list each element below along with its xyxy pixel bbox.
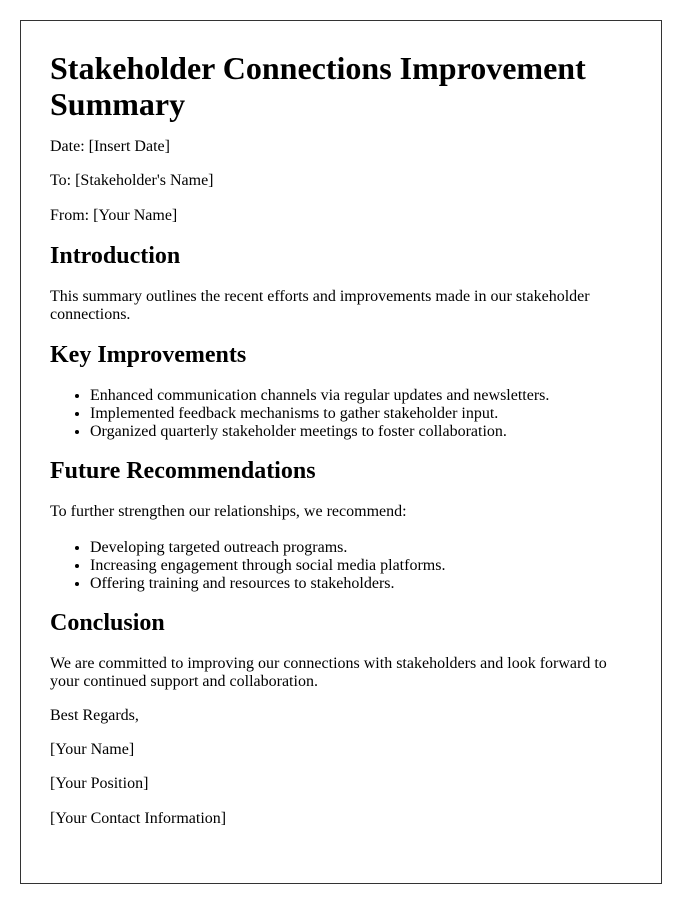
list-item: Offering training and resources to stake… — [90, 575, 632, 593]
signature-position: [Your Position] — [50, 775, 149, 793]
list-item: Organized quarterly stakeholder meetings… — [90, 423, 632, 441]
introduction-heading: Introduction — [50, 243, 181, 270]
introduction-text: This summary outlines the recent efforts… — [50, 288, 590, 324]
future-recommendations-heading: Future Recommendations — [50, 458, 316, 485]
date-line: Date: [Insert Date] — [50, 138, 170, 155]
list-item: Enhanced communication channels via regu… — [90, 387, 632, 405]
key-improvements-heading: Key Improvements — [50, 342, 247, 369]
conclusion-text: We are committed to improving our connec… — [50, 654, 607, 690]
document-title: Stakeholder Connections Improvement Summ… — [50, 50, 586, 122]
future-recommendations-list: Developing targeted outreach programs. I… — [50, 539, 632, 593]
list-item: Implemented feedback mechanisms to gathe… — [90, 405, 632, 423]
key-improvements-list: Enhanced communication channels via regu… — [50, 387, 632, 441]
list-item: Increasing engagement through social med… — [90, 557, 632, 575]
conclusion-heading: Conclusion — [50, 609, 165, 636]
sender-line: From: [Your Name] — [50, 206, 178, 224]
list-item: Developing targeted outreach programs. — [90, 539, 632, 557]
signature-contact: [Your Contact Information] — [50, 809, 227, 827]
letter-container: Stakeholder Connections Improvement Summ… — [20, 20, 662, 884]
closing-line: Best Regards, — [50, 706, 139, 724]
signature-name: [Your Name] — [50, 740, 135, 758]
future-recommendations-intro: To further strengthen our relationships,… — [50, 503, 407, 521]
recipient-line: To: [Stakeholder's Name] — [50, 172, 214, 190]
